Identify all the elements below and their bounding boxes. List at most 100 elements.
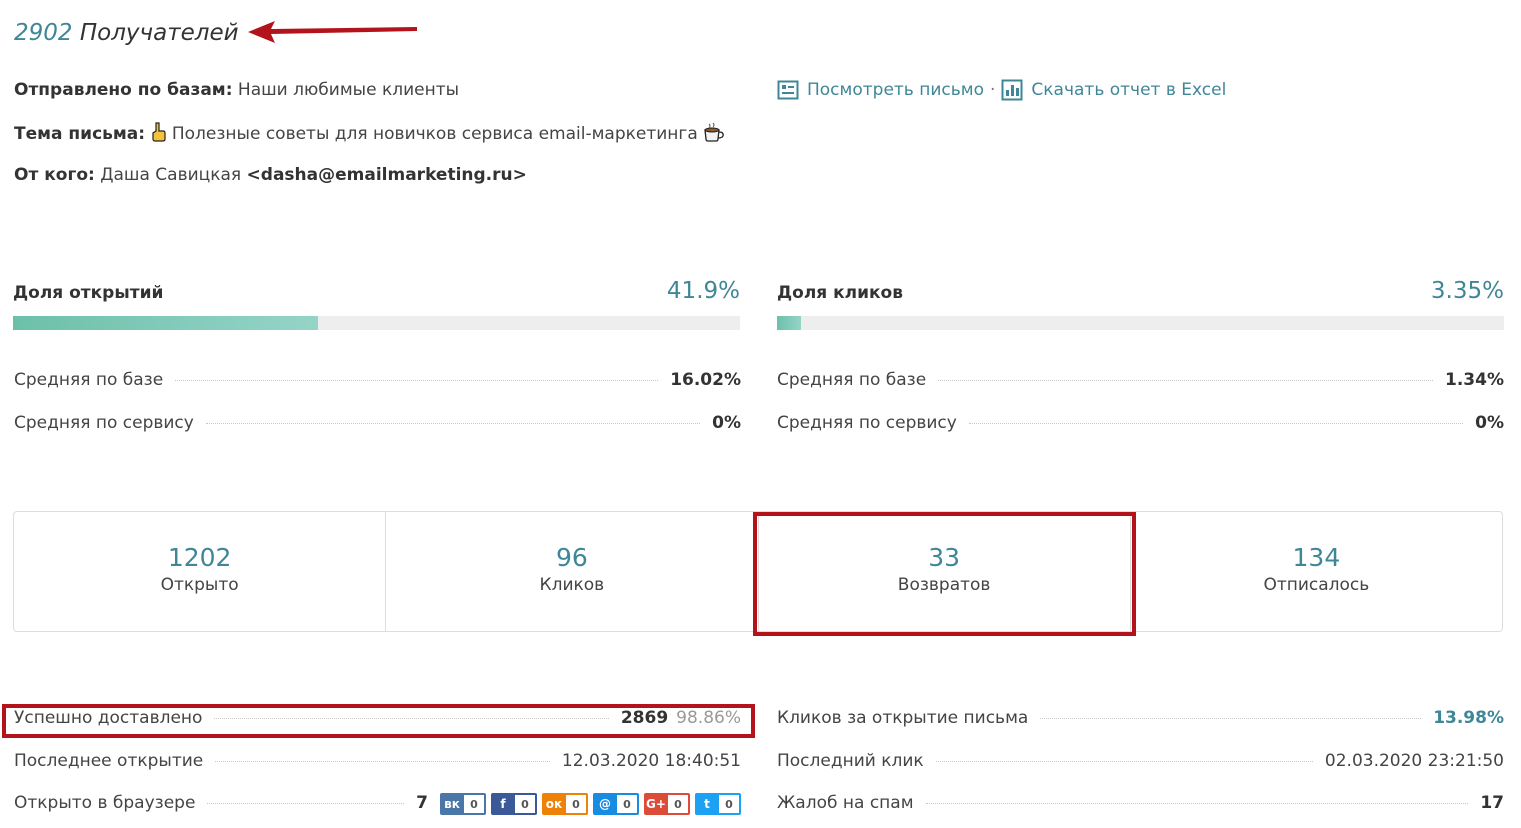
dotted-leader [938,380,1434,381]
open-rate-value: 41.9% [666,278,740,304]
bases-label: Отправлено по базам: [14,80,233,100]
bases-value: Наши любимые клиенты [237,80,460,100]
click-rate-bar-fill [777,316,802,330]
click-rate-block: Доля кликов 3.35% [777,278,1504,330]
from-name: Даша Савицкая [100,165,242,185]
subject-label: Тема письма: [14,124,146,144]
click-avg-base-row: Средняя по базе 1.34% [777,370,1504,390]
open-rate-block: Доля открытий 41.9% [13,278,740,330]
letter-preview-icon [777,80,799,100]
last-click-label: Последний клик [777,751,924,771]
twitter-share-count: 0 [719,795,739,813]
click-avg-service-row: Средняя по сервису 0% [777,413,1504,433]
click-rate-value: 3.35% [1430,278,1504,304]
stat-clicks[interactable]: 96 Кликов [386,512,759,631]
dotted-leader [215,761,550,762]
open-avg-base-label: Средняя по базе [14,370,164,390]
annotation-highlight-bounces [753,512,1136,636]
facebook-share-count: 0 [515,795,535,813]
googleplus-share-count: 0 [668,795,688,813]
clicks-per-open-value: 13.98% [1433,708,1504,728]
clicks-per-open-row: Кликов за открытие письма 13.98% [777,708,1504,728]
last-click-row: Последний клик 02.03.2020 23:21:50 [777,751,1504,771]
stat-clicks-label: Кликов [539,575,605,595]
googleplus-icon: G+ [646,797,666,811]
stat-opened-label: Открыто [160,575,239,595]
spam-complaints-row: Жалоб на спам 17 [777,793,1504,813]
dotted-leader [935,761,1313,762]
recipients-count: 2902 [14,20,73,46]
stat-opened[interactable]: 1202 Открыто [14,512,387,631]
click-avg-service-label: Средняя по сервису [777,413,957,433]
from-label: От кого: [14,165,95,185]
clicks-per-open-label: Кликов за открытие письма [777,708,1029,728]
click-avg-service-value: 0% [1475,413,1504,433]
subject-value: Полезные советы для новичков сервиса ema… [171,124,698,144]
vk-icon: вк [444,797,460,811]
stat-unsubscribed-label: Отписалось [1263,575,1370,595]
coffee-cup-icon [703,122,725,147]
open-rate-title: Доля открытий [13,283,164,303]
open-avg-service-label: Средняя по сервису [14,413,194,433]
actions-separator: · [990,80,996,100]
bases-line: Отправлено по базам: Наши любимые клиент… [14,80,459,100]
googleplus-share[interactable]: G+ 0 [644,793,690,815]
facebook-icon: f [500,797,506,811]
moimir-share-count: 0 [617,795,637,813]
browser-open-value: 7 [416,793,428,813]
download-excel-link[interactable]: Скачать отчет в Excel [1001,79,1226,101]
browser-open-row: Открыто в браузере 7 вк 0 f 0 ок 0 @ 0 G… [14,793,741,815]
open-avg-service-value: 0% [712,413,741,433]
stat-opened-value: 1202 [167,543,232,572]
subject-line: Тема письма: Полезные советы для новичко… [14,122,725,147]
odnoklassniki-share[interactable]: ок 0 [542,793,588,815]
last-open-label: Последнее открытие [14,751,204,771]
dotted-leader [205,423,701,424]
bar-chart-icon [1001,79,1023,101]
from-line: От кого: Даша Савицкая <dasha@emailmarke… [14,165,527,185]
dotted-leader [968,423,1464,424]
facebook-share[interactable]: f 0 [491,793,537,815]
stat-unsubscribed-value: 134 [1292,543,1341,572]
recipients-label: Получателей [79,20,239,46]
social-shares: вк 0 f 0 ок 0 @ 0 G+ 0 t 0 [440,793,741,815]
annotation-arrow [248,21,417,43]
open-avg-service-row: Средняя по сервису 0% [14,413,741,433]
annotation-highlight-delivered [2,704,755,738]
view-letter-link[interactable]: Посмотреть письмо [777,79,984,101]
twitter-icon: t [704,797,710,811]
recipients-heading: 2902 Получателей [14,20,239,46]
last-click-value: 02.03.2020 23:21:50 [1324,751,1504,771]
click-rate-bar [777,316,1504,330]
vk-share-count: 0 [464,795,484,813]
last-open-row: Последнее открытие 12.03.2020 18:40:51 [14,751,741,771]
last-open-value: 12.03.2020 18:40:51 [561,751,741,771]
click-rate-title: Доля кликов [777,283,903,303]
from-email: <dasha@emailmarketing.ru> [246,165,527,185]
pointing-finger-icon [150,122,167,147]
odnoklassniki-share-count: 0 [566,795,586,813]
download-excel-label: Скачать отчет в Excel [1031,80,1227,100]
view-letter-label: Посмотреть письмо [807,80,984,100]
dotted-leader [175,380,659,381]
browser-open-label: Открыто в браузере [14,793,196,813]
dotted-leader [1040,718,1422,719]
open-rate-bar-fill [13,316,318,330]
dotted-leader [925,803,1469,804]
click-avg-base-value: 1.34% [1445,370,1504,390]
open-avg-base-row: Средняя по базе 16.02% [14,370,741,390]
click-avg-base-label: Средняя по базе [777,370,927,390]
stat-clicks-value: 96 [555,543,588,572]
spam-complaints-label: Жалоб на спам [777,793,914,813]
moimir-icon: @ [599,797,611,811]
vk-share[interactable]: вк 0 [440,793,486,815]
open-rate-bar [13,316,740,330]
open-avg-base-value: 16.02% [670,370,741,390]
report-actions: Посмотреть письмо · Скачать отчет в Exce… [777,79,1226,101]
twitter-share[interactable]: t 0 [695,793,741,815]
moimir-share[interactable]: @ 0 [593,793,639,815]
dotted-leader [207,803,405,804]
stat-unsubscribed[interactable]: 134 Отписалось [1131,512,1502,631]
spam-complaints-value: 17 [1480,793,1504,813]
odnoklassniki-icon: ок [545,797,563,811]
